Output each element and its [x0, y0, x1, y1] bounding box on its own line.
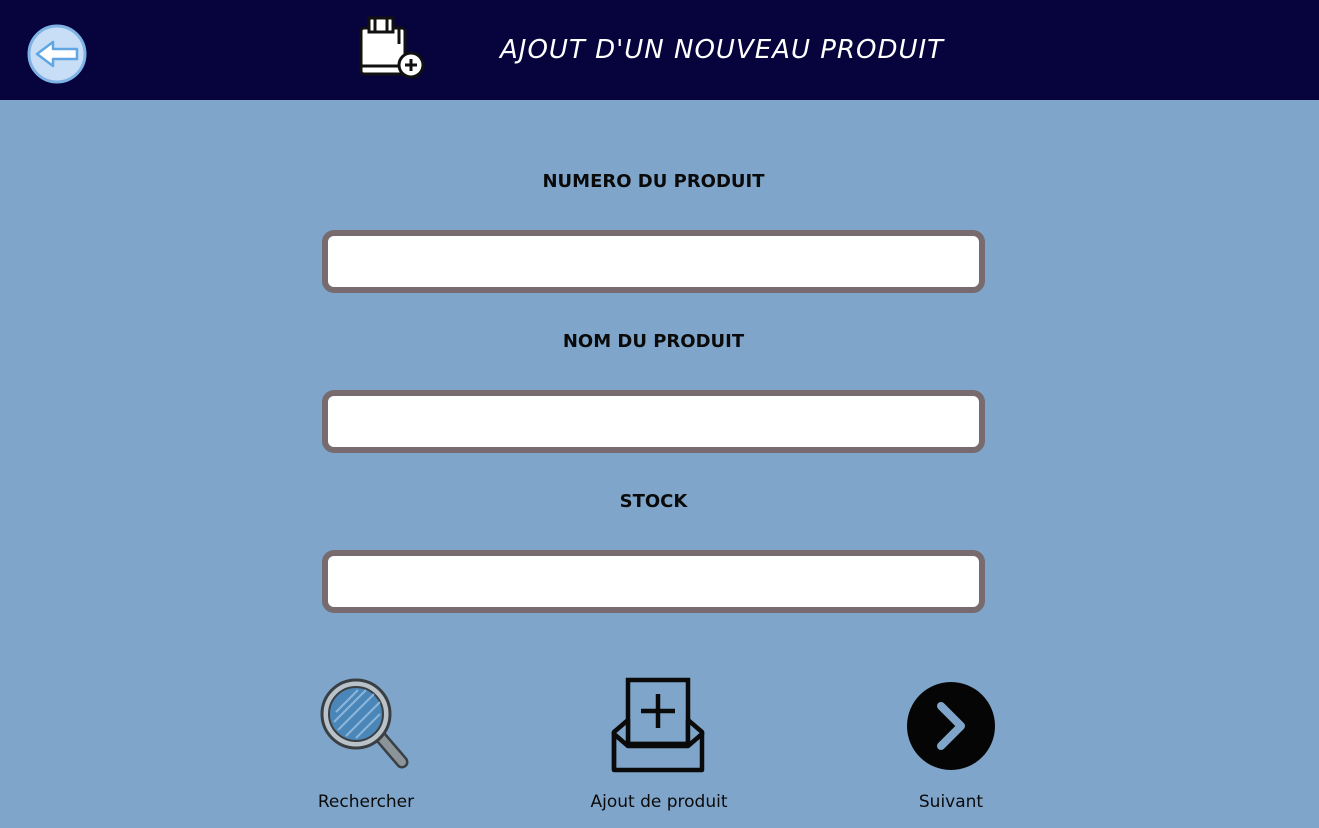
- product-number-input[interactable]: [328, 236, 979, 287]
- product-name-label: NOM DU PRODUIT: [562, 331, 745, 352]
- stock-input[interactable]: [328, 556, 979, 607]
- shopping-bag-add-icon: [356, 14, 428, 80]
- inbox-add-icon: [611, 677, 705, 773]
- stock-field-frame: [322, 550, 985, 613]
- back-arrow-icon: [27, 24, 87, 84]
- product-name-input[interactable]: [328, 396, 979, 447]
- back-button[interactable]: [27, 24, 87, 84]
- chevron-right-circle-icon: [907, 682, 995, 770]
- product-number-label: NUMERO DU PRODUIT: [542, 171, 765, 192]
- add-product-button-label: Ajout de produit: [590, 792, 728, 812]
- add-product-button[interactable]: Ajout de produit: [574, 672, 744, 812]
- next-button[interactable]: Suivant: [866, 672, 1036, 812]
- search-button-label: Rechercher: [317, 792, 415, 812]
- header-bar: AJOUT D'UN NOUVEAU PRODUIT: [0, 0, 1319, 100]
- stock-label: STOCK: [619, 491, 688, 512]
- page-title: AJOUT D'UN NOUVEAU PRODUIT: [500, 35, 945, 65]
- next-button-label: Suivant: [918, 792, 984, 812]
- magnifier-icon: [320, 678, 409, 769]
- product-name-field-frame: [322, 390, 985, 453]
- search-button[interactable]: Rechercher: [281, 672, 451, 812]
- product-number-field-frame: [322, 230, 985, 293]
